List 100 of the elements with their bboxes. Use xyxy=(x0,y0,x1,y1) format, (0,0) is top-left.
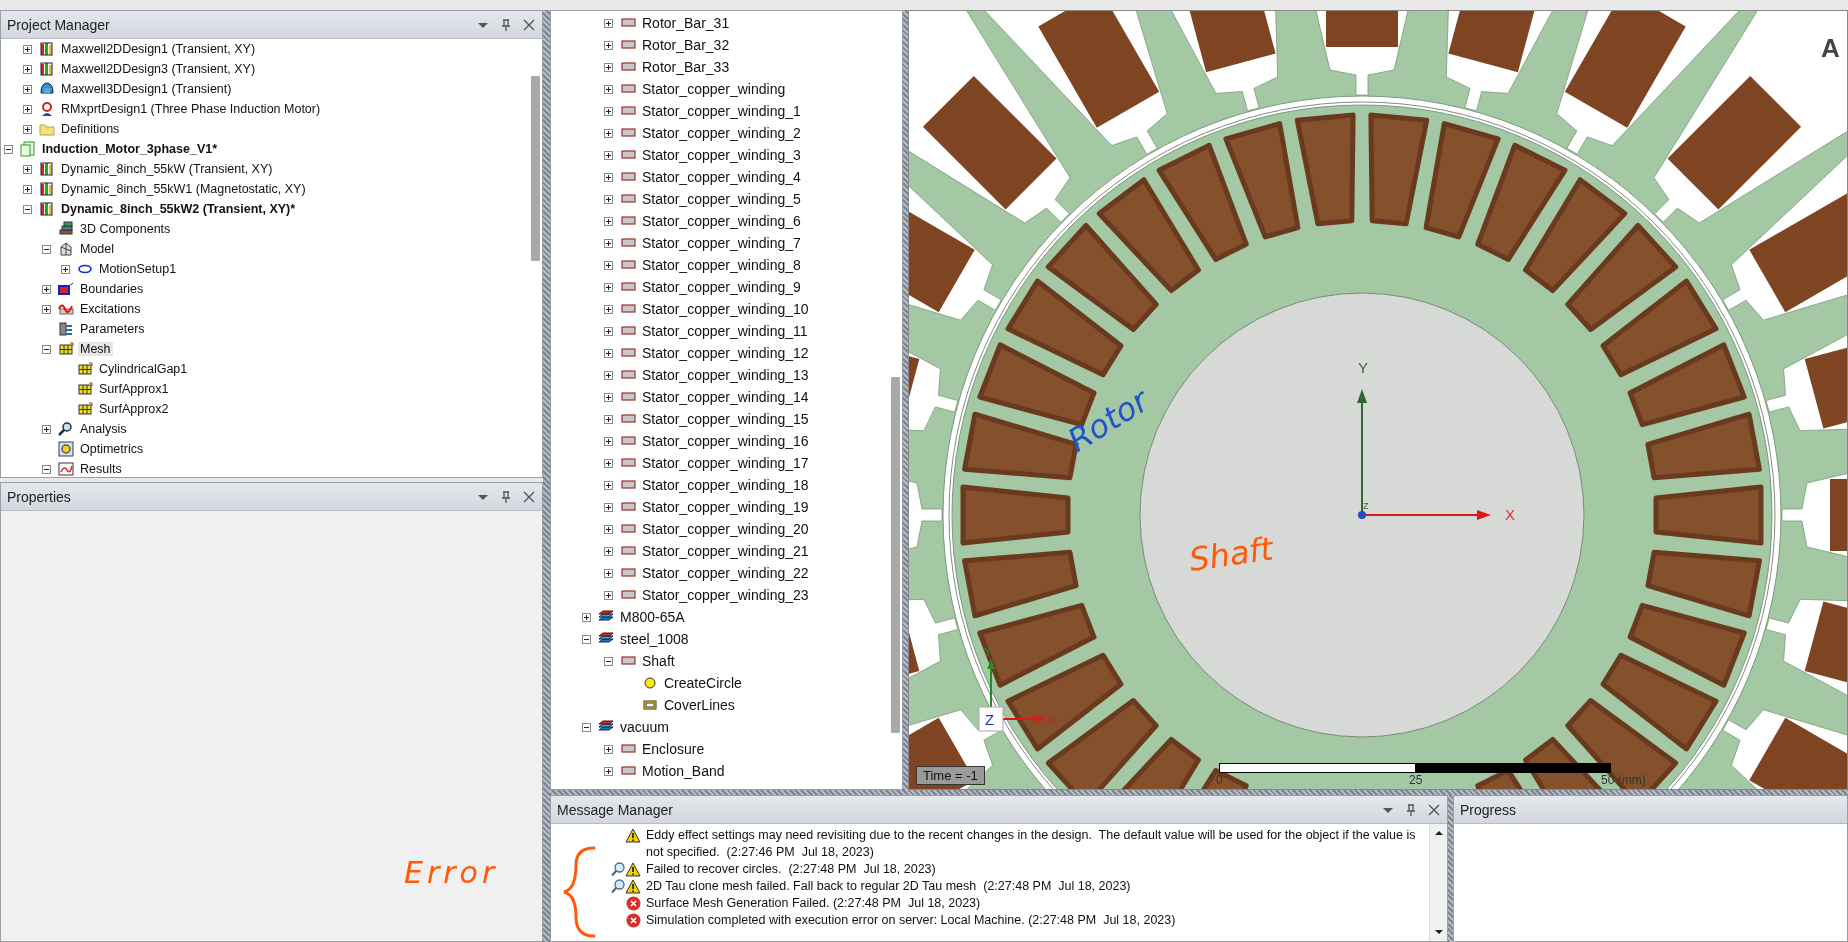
expand-toggle[interactable] xyxy=(604,62,613,72)
pin-icon[interactable] xyxy=(499,489,513,504)
tree-item[interactable]: Enclosure xyxy=(640,741,707,757)
expand-toggle[interactable] xyxy=(23,44,32,54)
expand-toggle[interactable] xyxy=(4,144,13,154)
tree-item[interactable]: Stator_copper_winding_23 xyxy=(640,587,811,603)
scrollbar-thumb[interactable] xyxy=(531,76,540,261)
expand-toggle[interactable] xyxy=(604,40,613,50)
expand-toggle[interactable] xyxy=(582,612,591,622)
expand-toggle[interactable] xyxy=(582,722,591,732)
scrollbar[interactable] xyxy=(1429,824,1447,941)
scroll-up-icon[interactable] xyxy=(1433,828,1444,838)
tree-item[interactable]: Model xyxy=(78,242,117,256)
tree-item[interactable]: Maxwell3DDesign1 (Transient) xyxy=(59,82,234,96)
expand-toggle[interactable] xyxy=(23,204,32,214)
tree-item[interactable]: Maxwell2DDesign3 (Transient, XY) xyxy=(59,62,258,76)
tree-item[interactable]: Stator_copper_winding_11 xyxy=(640,323,810,339)
tree-item[interactable]: Stator_copper_winding_17 xyxy=(640,455,811,471)
tree-item[interactable]: 3D Components xyxy=(78,222,173,236)
tree-item[interactable]: Results xyxy=(78,462,124,476)
tree-item[interactable]: Rotor_Bar_33 xyxy=(640,59,732,75)
tree-item[interactable]: Dynamic_8inch_55kW1 (Magnetostatic, XY) xyxy=(59,182,308,196)
expand-toggle[interactable] xyxy=(42,424,51,434)
tree-item[interactable]: Maxwell2DDesign1 (Transient, XY) xyxy=(59,42,258,56)
tree-item[interactable]: Boundaries xyxy=(78,282,146,296)
close-icon[interactable] xyxy=(522,17,536,32)
expand-toggle[interactable] xyxy=(42,464,51,474)
expand-toggle[interactable] xyxy=(604,502,613,512)
expand-toggle[interactable] xyxy=(604,370,613,380)
tree-item[interactable]: Stator_copper_winding_10 xyxy=(640,301,811,317)
expand-toggle[interactable] xyxy=(23,104,32,114)
tree-item[interactable]: Stator_copper_winding_13 xyxy=(640,367,811,383)
tree-item[interactable]: Rotor_Bar_31 xyxy=(640,15,732,31)
expand-toggle[interactable] xyxy=(604,238,613,248)
tree-item[interactable]: Stator_copper_winding_14 xyxy=(640,389,811,405)
expand-toggle[interactable] xyxy=(604,458,613,468)
expand-toggle[interactable] xyxy=(604,568,613,578)
expand-toggle[interactable] xyxy=(604,524,613,534)
tree-item[interactable]: Stator_copper_winding_1 xyxy=(640,103,803,119)
tree-item[interactable]: Stator_copper_winding_7 xyxy=(640,235,803,251)
expand-toggle[interactable] xyxy=(42,244,51,254)
tree-item[interactable]: Stator_copper_winding_20 xyxy=(640,521,811,537)
expand-toggle[interactable] xyxy=(604,348,613,358)
tree-item[interactable]: CoverLines xyxy=(662,697,737,713)
expand-toggle[interactable] xyxy=(604,260,613,270)
expand-toggle[interactable] xyxy=(42,304,51,314)
expand-toggle[interactable] xyxy=(23,64,32,74)
tree-item[interactable]: RMxprtDesign1 (Three Phase Induction Motor) xyxy=(59,102,323,116)
tree-item[interactable]: Stator_copper_winding_18 xyxy=(640,477,811,493)
expand-toggle[interactable] xyxy=(604,84,613,94)
tree-item[interactable]: steel_1008 xyxy=(618,631,691,647)
expand-toggle[interactable] xyxy=(604,150,613,160)
tree-item[interactable]: SurfApprox2 xyxy=(97,402,171,416)
tree-item[interactable]: M800-65A xyxy=(618,609,687,625)
tree-item[interactable]: Parameters xyxy=(78,322,147,336)
scrollbar-thumb[interactable] xyxy=(891,377,900,733)
tree-item[interactable]: Shaft xyxy=(640,653,677,669)
expand-toggle[interactable] xyxy=(604,106,613,116)
tree-item[interactable]: Optimetrics xyxy=(78,442,146,456)
tree-item[interactable]: Rotor_Bar_32 xyxy=(640,37,732,53)
tree-item[interactable]: Dynamic_8inch_55kW2 (Transient, XY)* xyxy=(59,202,298,216)
tree-item[interactable]: Stator_copper_winding_8 xyxy=(640,257,803,273)
tree-item[interactable]: Induction_Motor_3phase_V1* xyxy=(40,142,220,156)
tree-item[interactable]: CylindricalGap1 xyxy=(97,362,190,376)
scroll-down-icon[interactable] xyxy=(1433,927,1444,937)
expand-toggle[interactable] xyxy=(604,216,613,226)
tree-item[interactable]: Definitions xyxy=(59,122,122,136)
tree-item[interactable]: Excitations xyxy=(78,302,143,316)
pin-icon[interactable] xyxy=(499,17,513,32)
tree-item[interactable]: Stator_copper_winding_3 xyxy=(640,147,803,163)
tree-item[interactable]: Stator_copper_winding_19 xyxy=(640,499,811,515)
expand-toggle[interactable] xyxy=(604,480,613,490)
tree-item[interactable]: Dynamic_8inch_55kW (Transient, XY) xyxy=(59,162,275,176)
expand-toggle[interactable] xyxy=(604,766,613,776)
tree-item[interactable]: vacuum xyxy=(618,719,672,735)
expand-toggle[interactable] xyxy=(604,304,613,314)
tree-item[interactable]: Stator_copper_winding_15 xyxy=(640,411,811,427)
tree-item[interactable]: Stator_copper_winding_21 xyxy=(640,543,811,559)
tree-item[interactable]: Stator_copper_winding_22 xyxy=(640,565,811,581)
expand-toggle[interactable] xyxy=(604,414,613,424)
expand-toggle[interactable] xyxy=(604,656,613,666)
close-icon[interactable] xyxy=(522,489,536,504)
tree-item[interactable]: Stator_copper_winding_6 xyxy=(640,213,803,229)
expand-toggle[interactable] xyxy=(604,282,613,292)
expand-toggle[interactable] xyxy=(604,194,613,204)
tree-item[interactable]: Stator_copper_winding_5 xyxy=(640,191,803,207)
expand-toggle[interactable] xyxy=(604,590,613,600)
tree-item[interactable]: Motion_Band xyxy=(640,763,727,779)
tree-item[interactable]: Stator_copper_winding_12 xyxy=(640,345,811,361)
tree-item[interactable]: Stator_copper_winding_9 xyxy=(640,279,803,295)
expand-toggle[interactable] xyxy=(23,184,32,194)
expand-toggle[interactable] xyxy=(604,18,613,28)
tree-item[interactable]: Stator_copper_winding_4 xyxy=(640,169,803,185)
expand-toggle[interactable] xyxy=(42,344,51,354)
expand-toggle[interactable] xyxy=(604,744,613,754)
tree-item[interactable]: Analysis xyxy=(78,422,129,436)
tree-item[interactable]: Mesh xyxy=(78,342,113,356)
tree-item[interactable]: Stator_copper_winding xyxy=(640,81,788,97)
expand-toggle[interactable] xyxy=(42,284,51,294)
expand-toggle[interactable] xyxy=(23,124,32,134)
